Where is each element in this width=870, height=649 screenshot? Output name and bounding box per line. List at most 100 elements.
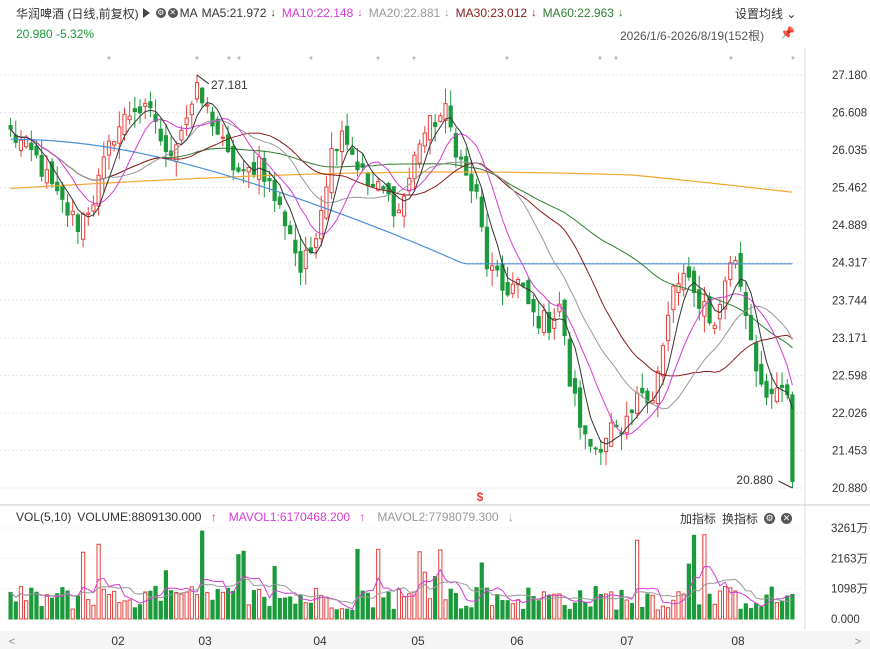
candle-body (495, 265, 500, 271)
volume-bar (598, 593, 603, 620)
volume-bar (401, 595, 407, 620)
candle-body (593, 447, 598, 450)
volume-axis: 3261万 2163万 1098万 0.000 (831, 523, 868, 626)
candle-body (728, 262, 733, 280)
candle-body (205, 104, 210, 107)
candle-body (132, 108, 137, 113)
event-marker: * (729, 55, 733, 66)
price-tick-label: 23.171 (832, 333, 867, 345)
volume-bar (148, 590, 153, 620)
volume-bar (137, 604, 143, 620)
volume-bar (422, 571, 427, 620)
volume-bar (267, 606, 272, 620)
volume-bar (790, 593, 795, 620)
price-tick-label: 21.453 (832, 445, 867, 457)
date-axis: 02 03 04 05 06 07 08 < > (0, 631, 870, 649)
volume-bar (262, 596, 267, 620)
volume-bar (184, 591, 189, 620)
volume-bar (179, 593, 184, 620)
candle-body (293, 239, 298, 254)
candle-body (148, 101, 153, 109)
volume-bar (427, 598, 433, 620)
candle-body (479, 196, 484, 228)
candle-body (634, 392, 640, 414)
date-tick-label: 08 (731, 634, 745, 648)
volume-bar (505, 600, 510, 620)
candle-body (583, 425, 588, 435)
candle-body (453, 133, 458, 158)
volume-bar (220, 591, 225, 620)
volume-bar (210, 599, 215, 620)
candle-body (179, 129, 184, 141)
change-indicator-button[interactable]: 换指标 (722, 510, 758, 527)
vol-label: VOL(5,10) (16, 510, 72, 524)
candle-body (396, 209, 402, 214)
candle-body (748, 315, 754, 341)
candle-body (490, 265, 495, 271)
volume-bar (18, 586, 24, 620)
candle-body (660, 345, 666, 377)
volume-bar (614, 609, 619, 620)
price-tick-label: 24.889 (832, 220, 867, 232)
volume-bar (381, 597, 386, 620)
candle-body (469, 173, 474, 192)
volume-bar (158, 600, 163, 620)
ma60-line (10, 128, 793, 349)
volume-bar (339, 608, 345, 620)
date-tick-label: 04 (313, 634, 327, 648)
date-tick-label: 02 (111, 634, 125, 648)
price-tick-label: 27.180 (832, 70, 867, 82)
volume-bar (546, 595, 552, 620)
volume-bar (733, 590, 738, 620)
candle-body (39, 154, 44, 177)
candle-body (236, 167, 241, 172)
volume-bar (44, 594, 49, 620)
ma10-line (10, 117, 793, 436)
candle-body (365, 172, 370, 187)
date-tick-label: 03 (198, 634, 212, 648)
volume-bar (86, 599, 91, 620)
volume-bar (205, 592, 210, 620)
volume-bar (60, 587, 65, 620)
event-marker: * (505, 55, 509, 66)
volume-bar (515, 599, 521, 620)
volume-bar (407, 593, 412, 620)
candle-body (562, 299, 567, 336)
candle-body (676, 283, 681, 294)
close-icon[interactable]: ✕ (781, 513, 793, 524)
volume-bar (288, 596, 293, 620)
volume-bar (272, 566, 277, 620)
scroll-right-icon: > (855, 636, 861, 648)
volume-bar (65, 590, 70, 620)
volume-bar (277, 598, 282, 620)
volume-bar (324, 596, 329, 620)
candle-body (101, 156, 106, 179)
volume-bar (200, 530, 205, 620)
candle-body (712, 324, 717, 329)
event-marker: * (412, 55, 416, 66)
gear-icon[interactable]: ⚙ (764, 513, 776, 524)
candle-body (313, 238, 319, 248)
candle-body (80, 213, 86, 240)
date-tick-label: 06 (510, 634, 524, 648)
volume-bar (650, 594, 655, 620)
volume-bar (143, 591, 148, 620)
candle-body (779, 384, 785, 388)
volume-tick-label: 1098万 (831, 584, 868, 596)
volume-bar (785, 595, 790, 620)
candle-body (567, 338, 572, 387)
volume-bar (717, 590, 723, 620)
volume-bar (39, 606, 44, 620)
volume-bar (697, 604, 702, 620)
kline-chart[interactable]: * * * * * * * * * * * * 27.18120.880$ 27.18026.6082… (0, 0, 870, 649)
volume-bar (748, 608, 754, 620)
volume-bar (448, 588, 453, 620)
volume-bar (754, 603, 759, 620)
volume-bar (8, 591, 13, 620)
volume-bar (479, 562, 484, 620)
high-annotation: 27.181 (211, 78, 248, 92)
add-indicator-button[interactable]: 加指标 (680, 510, 716, 527)
volume-bar (603, 593, 609, 620)
candle-body (448, 105, 453, 128)
volume-bar (13, 601, 18, 620)
